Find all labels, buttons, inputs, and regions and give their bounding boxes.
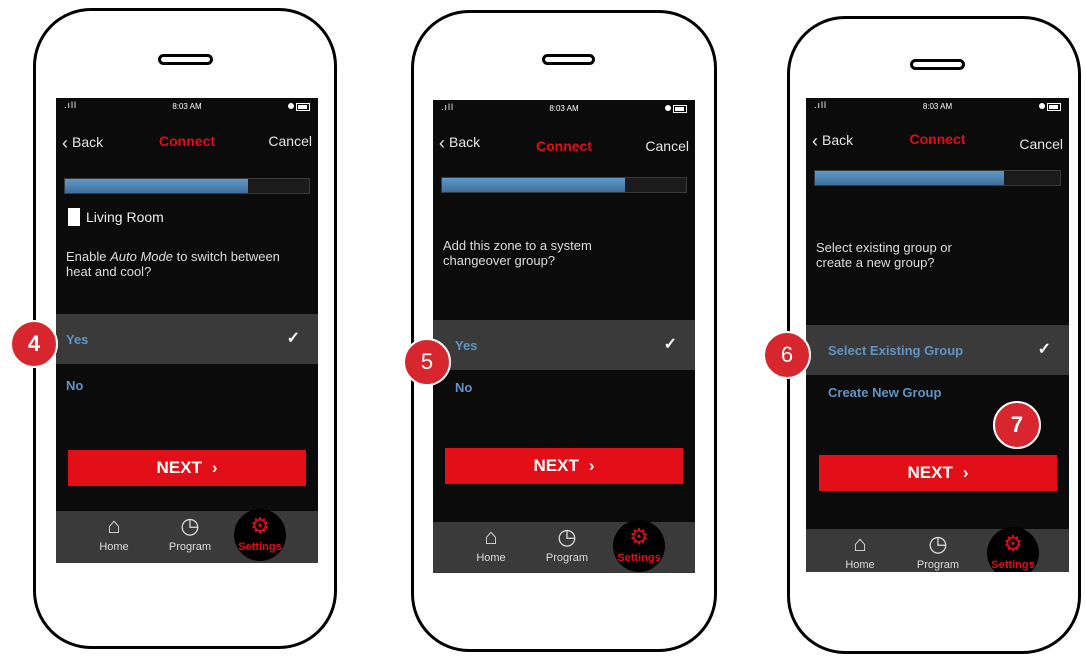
cancel-button[interactable]: Cancel xyxy=(268,133,312,149)
gear-icon: ⚙ xyxy=(629,524,649,549)
progress-fill xyxy=(65,179,248,193)
chevron-right-icon: › xyxy=(962,463,969,482)
app-screen-2: .ıll 8:03 AM ‹ Back Connect Cancel Add th… xyxy=(433,100,695,573)
step-badge-5: 5 xyxy=(403,338,451,386)
tab-bar: ⌂ Home ◷ Program ⚙ Settings xyxy=(56,509,318,563)
step-badge-4: 4 xyxy=(10,320,58,368)
checkmark-icon: ✓ xyxy=(663,336,677,353)
timer-icon: ◷ xyxy=(557,524,577,549)
checkmark-icon: ✓ xyxy=(1037,341,1051,358)
step-badge-7: 7 xyxy=(993,401,1041,449)
next-button[interactable]: NEXT › xyxy=(819,455,1057,491)
home-icon: ⌂ xyxy=(484,524,498,549)
timer-icon: ◷ xyxy=(928,531,948,556)
speaker-slot xyxy=(910,59,965,70)
tab-settings[interactable]: ⚙ Settings xyxy=(230,509,290,563)
battery-icon xyxy=(296,103,310,111)
gear-icon: ⚙ xyxy=(250,513,270,538)
tab-settings[interactable]: ⚙ Settings xyxy=(983,527,1043,572)
tab-settings[interactable]: ⚙ Settings xyxy=(609,520,669,573)
gear-icon: ⚙ xyxy=(1003,531,1023,556)
app-screen-3: .ıll 8:03 AM ‹ Back Connect Cancel Select… xyxy=(806,98,1069,572)
battery-icon xyxy=(1047,103,1061,111)
timer-icon: ◷ xyxy=(180,513,200,538)
tab-program[interactable]: ◷ Program xyxy=(160,511,220,563)
home-icon: ⌂ xyxy=(107,513,121,538)
option-label: Create New Group xyxy=(828,385,942,400)
tab-bar: ⌂ Home ◷ Program ⚙ Settings xyxy=(806,527,1069,572)
progress-bar xyxy=(64,178,310,194)
option-no[interactable]: No xyxy=(433,362,695,412)
alarm-icon xyxy=(288,103,294,109)
app-screen-1: .ıll 8:03 AM ‹ Back Connect Cancel Living… xyxy=(56,98,318,563)
status-time: 8:03 AM xyxy=(549,104,579,113)
alarm-icon xyxy=(665,105,671,111)
cancel-button[interactable]: Cancel xyxy=(1019,136,1063,152)
option-label: Yes xyxy=(455,338,478,353)
room-label: Living Room xyxy=(68,208,164,226)
chevron-right-icon: › xyxy=(588,456,595,475)
tab-program[interactable]: ◷ Program xyxy=(537,522,597,573)
prompt-text: Select existing group or create a new gr… xyxy=(816,240,952,270)
tab-bar: ⌂ Home ◷ Program ⚙ Settings xyxy=(433,520,695,573)
option-no[interactable]: No xyxy=(56,360,318,410)
option-yes[interactable]: Yes ✓ xyxy=(56,314,318,364)
checkmark-icon: ✓ xyxy=(286,330,300,347)
option-label: No xyxy=(66,378,84,393)
home-icon: ⌂ xyxy=(853,531,867,556)
chevron-right-icon: › xyxy=(211,458,218,477)
option-label: No xyxy=(455,380,473,395)
status-bar: .ıll 8:03 AM xyxy=(433,100,695,118)
status-time: 8:03 AM xyxy=(172,102,202,111)
option-label: Select Existing Group xyxy=(828,343,964,358)
progress-fill xyxy=(442,178,625,192)
next-button[interactable]: NEXT › xyxy=(68,450,306,486)
door-icon xyxy=(68,208,80,226)
option-label: Yes xyxy=(66,332,89,347)
tab-home[interactable]: ⌂ Home xyxy=(830,529,890,572)
nav-bar: ‹ Back Connect Cancel xyxy=(433,128,695,154)
progress-fill xyxy=(815,171,1004,185)
progress-bar xyxy=(441,177,687,193)
nav-bar: ‹ Back Connect Cancel xyxy=(806,126,1069,152)
status-bar: .ıll 8:03 AM xyxy=(56,98,318,116)
phone-frame-3: .ıll 8:03 AM ‹ Back Connect Cancel Select… xyxy=(787,16,1081,654)
step-badge-6: 6 xyxy=(763,331,811,379)
tab-program[interactable]: ◷ Program xyxy=(908,529,968,572)
tab-home[interactable]: ⌂ Home xyxy=(84,511,144,563)
progress-bar xyxy=(814,170,1061,186)
status-time: 8:03 AM xyxy=(922,102,953,111)
phone-frame-1: .ıll 8:03 AM ‹ Back Connect Cancel Living… xyxy=(33,8,337,649)
battery-icon xyxy=(673,105,687,113)
tab-home[interactable]: ⌂ Home xyxy=(461,522,521,573)
speaker-slot xyxy=(542,54,595,65)
next-button[interactable]: NEXT › xyxy=(445,448,683,484)
cancel-button[interactable]: Cancel xyxy=(645,138,689,154)
speaker-slot xyxy=(158,54,213,65)
nav-bar: ‹ Back Connect Cancel xyxy=(56,128,318,154)
room-name: Living Room xyxy=(86,209,164,225)
phone-frame-2: .ıll 8:03 AM ‹ Back Connect Cancel Add th… xyxy=(411,10,717,652)
prompt-text: Enable Auto Mode to switch between heat … xyxy=(66,249,280,279)
prompt-text: Add this zone to a system changeover gro… xyxy=(443,238,592,268)
status-bar: .ıll 8:03 AM xyxy=(806,98,1069,116)
alarm-icon xyxy=(1039,103,1045,109)
